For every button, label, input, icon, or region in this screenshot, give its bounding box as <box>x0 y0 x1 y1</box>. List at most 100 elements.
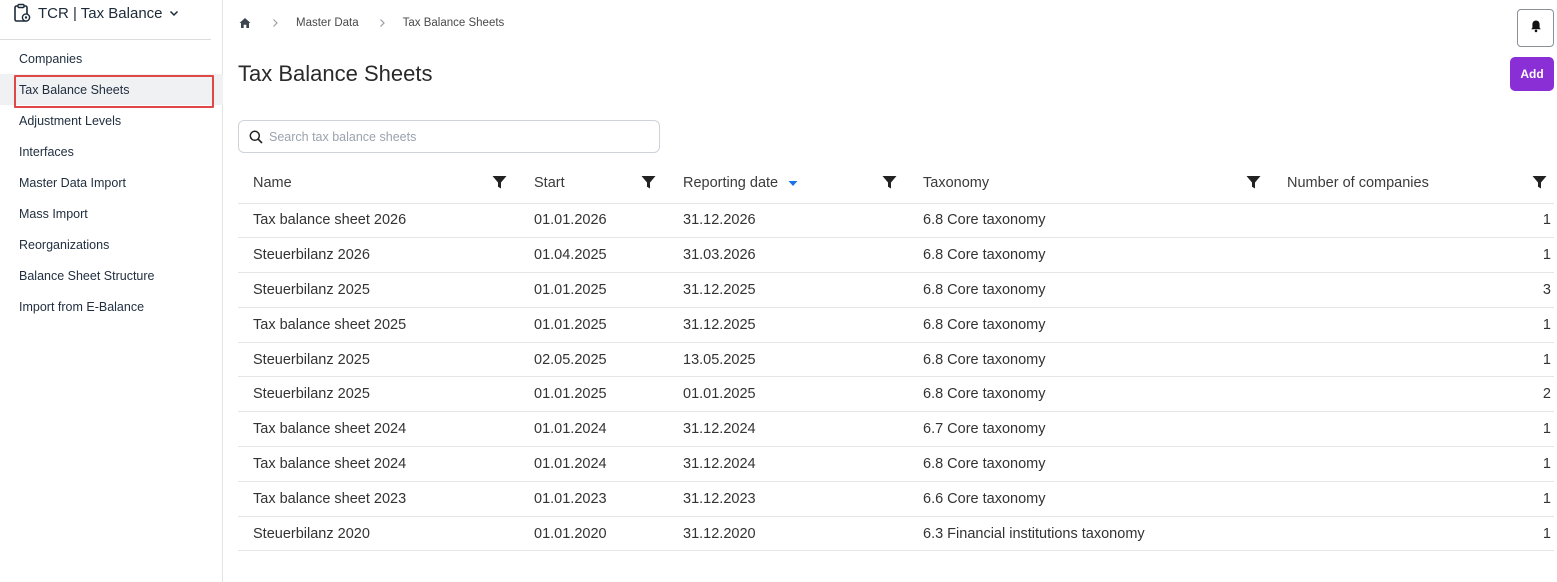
column-header-reporting-date[interactable]: Reporting date <box>668 163 908 204</box>
cell-taxonomy: 6.8 Core taxonomy <box>908 272 1272 308</box>
cell-start: 01.01.2026 <box>519 203 668 239</box>
column-label-name: Name <box>253 174 292 191</box>
notifications-button[interactable] <box>1517 9 1554 47</box>
sort-desc-icon[interactable] <box>788 178 798 188</box>
column-header-taxonomy[interactable]: Taxonomy <box>908 163 1272 204</box>
sidebar-item-reorganizations[interactable]: Reorganizations <box>0 229 223 260</box>
filter-icon[interactable] <box>492 175 507 190</box>
cell-taxonomy: 6.8 Core taxonomy <box>908 376 1272 413</box>
column-label-taxonomy: Taxonomy <box>923 174 990 191</box>
sidebar-divider <box>0 39 211 40</box>
search-box <box>238 120 660 153</box>
sidebar-nav: Companies Tax Balance Sheets Adjustment … <box>0 43 223 322</box>
table-row[interactable]: Tax balance sheet 2024 01.01.2024 31.12.20… <box>238 411 1554 448</box>
cell-reporting-date: 31.12.2026 <box>668 203 908 239</box>
cell-reporting-date: 13.05.2025 <box>668 342 908 378</box>
main-content: Master Data Tax Balance Sheets Tax Balan… <box>238 0 1557 582</box>
column-header-number-of-companies[interactable]: Number of companies <box>1272 163 1554 204</box>
cell-name: Tax balance sheet 2026 <box>238 203 519 239</box>
cell-reporting-date: 01.01.2025 <box>668 376 908 413</box>
column-label-number-of-companies: Number of companies <box>1287 174 1429 191</box>
cell-name: Tax balance sheet 2023 <box>238 481 519 517</box>
cell-name: Tax balance sheet 2024 <box>238 411 519 448</box>
cell-companies: 3 <box>1272 272 1554 308</box>
search-icon <box>249 130 263 144</box>
cell-start: 01.01.2025 <box>519 307 668 343</box>
cell-companies: 1 <box>1272 307 1554 343</box>
sidebar-item-interfaces[interactable]: Interfaces <box>0 136 223 167</box>
column-label-reporting-date: Reporting date <box>683 174 779 191</box>
cell-companies: 1 <box>1272 203 1554 239</box>
app-title: TCR | Tax Balance <box>38 4 163 22</box>
add-button[interactable]: Add <box>1510 57 1554 91</box>
column-label-start: Start <box>534 174 565 191</box>
sidebar-item-import-from-e-balance[interactable]: Import from E-Balance <box>0 291 223 322</box>
breadcrumb-master-data[interactable]: Master Data <box>296 17 359 29</box>
table-row[interactable]: Tax balance sheet 2024 01.01.2024 31.12.20… <box>238 446 1554 482</box>
breadcrumb-tax-balance-sheets[interactable]: Tax Balance Sheets <box>403 17 505 29</box>
home-icon[interactable] <box>238 16 252 30</box>
cell-taxonomy: 6.8 Core taxonomy <box>908 203 1272 239</box>
cell-start: 01.01.2024 <box>519 446 668 482</box>
filter-icon[interactable] <box>1246 175 1261 190</box>
breadcrumb: Master Data Tax Balance Sheets <box>238 14 504 32</box>
cell-reporting-date: 31.12.2025 <box>668 272 908 308</box>
cell-start: 01.01.2023 <box>519 481 668 517</box>
cell-companies: 1 <box>1272 446 1554 482</box>
filter-icon[interactable] <box>882 175 897 190</box>
clipboard-gear-icon <box>12 3 32 23</box>
table-row[interactable]: Tax balance sheet 2025 01.01.2025 31.12.20… <box>238 307 1554 343</box>
table-header-row: Name Start Reporting date Taxonomy Numbe… <box>238 163 1554 204</box>
table-row[interactable]: Tax balance sheet 2023 01.01.2023 31.12.20… <box>238 481 1554 517</box>
table-row[interactable]: Steuerbilanz 2020 01.01.2020 31.12.2020 6.3… <box>238 516 1554 552</box>
sidebar-item-companies[interactable]: Companies <box>0 43 223 74</box>
cell-name: Steuerbilanz 2025 <box>238 376 519 413</box>
sidebar-item-mass-import[interactable]: Mass Import <box>0 198 223 229</box>
column-header-name[interactable]: Name <box>238 163 519 204</box>
cell-name: Steuerbilanz 2025 <box>238 342 519 378</box>
cell-reporting-date: 31.12.2024 <box>668 446 908 482</box>
cell-name: Tax balance sheet 2025 <box>238 307 519 343</box>
sidebar-item-master-data-import[interactable]: Master Data Import <box>0 167 223 198</box>
cell-taxonomy: 6.6 Core taxonomy <box>908 481 1272 517</box>
cell-start: 02.05.2025 <box>519 342 668 378</box>
chevron-right-icon <box>377 18 387 28</box>
search-input[interactable] <box>269 129 649 144</box>
filter-icon[interactable] <box>1532 175 1547 190</box>
column-header-start[interactable]: Start <box>519 163 668 204</box>
filter-icon[interactable] <box>641 175 656 190</box>
chevron-right-icon <box>270 18 280 28</box>
cell-companies: 1 <box>1272 237 1554 274</box>
table-row[interactable]: Steuerbilanz 2025 02.05.2025 13.05.2025 6.8… <box>238 342 1554 378</box>
cell-name: Steuerbilanz 2025 <box>238 272 519 308</box>
cell-taxonomy: 6.8 Core taxonomy <box>908 446 1272 482</box>
cell-companies: 1 <box>1272 481 1554 517</box>
cell-start: 01.01.2025 <box>519 376 668 413</box>
tax-balance-sheets-table: Name Start Reporting date Taxonomy Numbe… <box>238 163 1554 552</box>
cell-reporting-date: 31.12.2024 <box>668 411 908 448</box>
cell-taxonomy: 6.8 Core taxonomy <box>908 342 1272 378</box>
table-row[interactable]: Steuerbilanz 2025 01.01.2025 01.01.2025 6.8… <box>238 376 1554 413</box>
table-row[interactable]: Tax balance sheet 2026 01.01.2026 31.12.20… <box>238 203 1554 239</box>
sidebar-item-balance-sheet-structure[interactable]: Balance Sheet Structure <box>0 260 223 291</box>
table-row[interactable]: Steuerbilanz 2025 01.01.2025 31.12.2025 6.8… <box>238 272 1554 308</box>
sidebar-item-tax-balance-sheets[interactable]: Tax Balance Sheets <box>0 74 223 108</box>
cell-taxonomy: 6.7 Core taxonomy <box>908 411 1272 448</box>
table-row[interactable]: Steuerbilanz 2026 01.04.2025 31.03.2026 6.8… <box>238 237 1554 274</box>
cell-start: 01.04.2025 <box>519 237 668 274</box>
page-title: Tax Balance Sheets <box>238 61 433 86</box>
chevron-down-icon <box>169 8 179 18</box>
cell-name: Steuerbilanz 2020 <box>238 516 519 552</box>
app-switcher[interactable]: TCR | Tax Balance <box>12 2 179 24</box>
cell-companies: 1 <box>1272 342 1554 378</box>
cell-start: 01.01.2025 <box>519 272 668 308</box>
cell-reporting-date: 31.12.2020 <box>668 516 908 552</box>
sidebar-item-adjustment-levels[interactable]: Adjustment Levels <box>0 105 223 136</box>
cell-start: 01.01.2024 <box>519 411 668 448</box>
cell-reporting-date: 31.03.2026 <box>668 237 908 274</box>
cell-companies: 1 <box>1272 516 1554 552</box>
cell-reporting-date: 31.12.2023 <box>668 481 908 517</box>
cell-companies: 2 <box>1272 376 1554 413</box>
cell-reporting-date: 31.12.2025 <box>668 307 908 343</box>
cell-name: Tax balance sheet 2024 <box>238 446 519 482</box>
